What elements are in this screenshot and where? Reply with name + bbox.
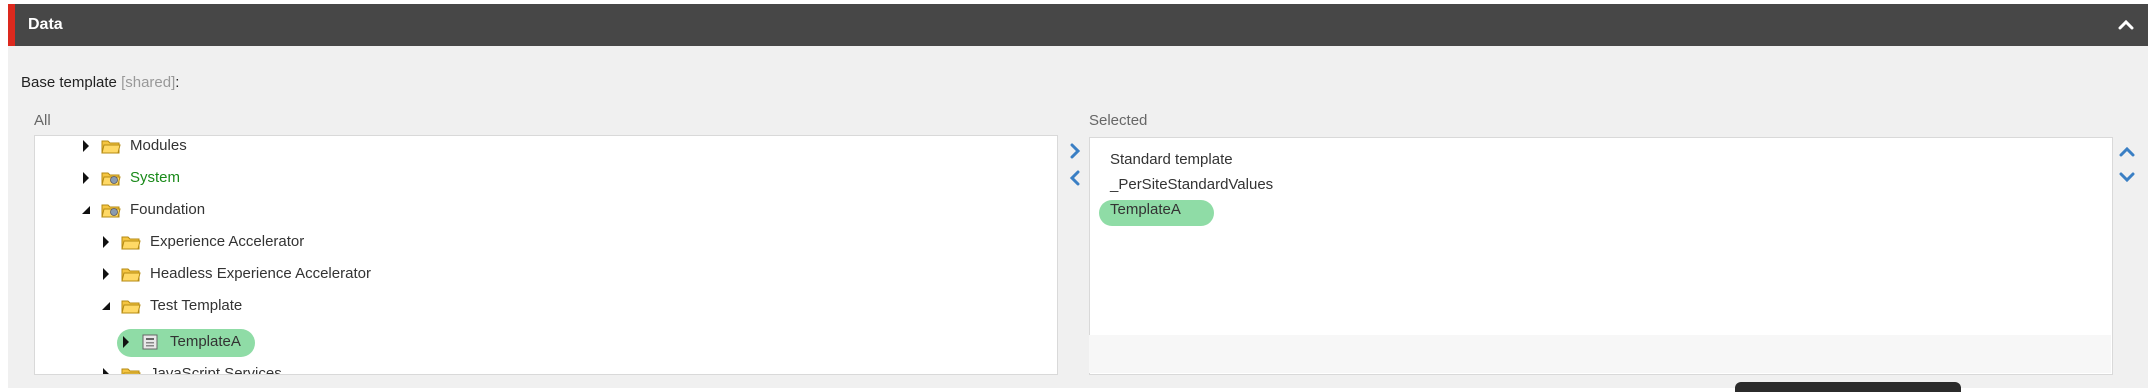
selected-list-caption: Selected: [1089, 112, 1148, 129]
field-label-colon: :: [175, 74, 180, 91]
expand-arrow-icon[interactable]: [99, 367, 113, 374]
selected-item-templatea[interactable]: TemplateA: [1110, 198, 1181, 222]
tree-item-javascript-services[interactable]: JavaScript Services: [99, 358, 282, 375]
shared-tag: [shared]: [121, 74, 176, 91]
add-to-selected-button[interactable]: [1066, 142, 1084, 160]
move-up-button[interactable]: [2118, 143, 2136, 161]
collapse-section-icon[interactable]: [2116, 15, 2136, 35]
all-tree-list[interactable]: Modules System Foundation Experience Acc…: [34, 135, 1058, 375]
expand-arrow-icon[interactable]: [79, 171, 93, 185]
folder-icon: [101, 204, 121, 218]
section-header[interactable]: Data: [8, 4, 2148, 46]
tree-item-templatea[interactable]: TemplateA: [119, 326, 241, 358]
tree-item-label: JavaScript Services: [150, 365, 282, 375]
tree-item-label: Test Template: [150, 297, 243, 314]
section-title: Data: [28, 16, 63, 33]
system-folder-icon: [101, 172, 121, 186]
selected-item-perside-standard-values[interactable]: _PerSiteStandardValues: [1110, 173, 1273, 197]
tree-item-label: System: [130, 169, 181, 186]
folder-icon: [121, 268, 141, 282]
folder-icon: [121, 236, 141, 250]
chevron-left-icon: [1069, 170, 1080, 186]
folder-icon: [121, 300, 141, 314]
tooltip-edge: [1735, 382, 1961, 392]
tree-item-label: Experience Accelerator: [150, 233, 305, 250]
chevron-down-icon: [2119, 172, 2135, 183]
tree-item-foundation[interactable]: Foundation: [79, 194, 205, 226]
move-down-button[interactable]: [2118, 168, 2136, 186]
tree-item-test-template[interactable]: Test Template: [99, 290, 242, 322]
remove-from-selected-button[interactable]: [1066, 169, 1084, 187]
tree-item-label: Headless Experience Accelerator: [150, 265, 371, 282]
field-label-text: Base template: [21, 74, 117, 91]
template-icon: [142, 334, 158, 350]
chevron-right-icon: [1070, 143, 1081, 159]
folder-icon: [121, 368, 141, 374]
tree-item-label: TemplateA: [170, 333, 241, 350]
tree-item-label: Modules: [130, 137, 187, 154]
tree-item-system[interactable]: System: [79, 162, 180, 194]
tree-item-headless-experience-accelerator[interactable]: Headless Experience Accelerator: [99, 258, 371, 290]
expand-arrow-icon[interactable]: [99, 267, 113, 281]
selected-item-standard-template[interactable]: Standard template: [1110, 148, 1233, 172]
all-list-caption: All: [34, 112, 51, 129]
expand-arrow-icon[interactable]: [99, 235, 113, 249]
section-accent-bar: [8, 4, 15, 46]
folder-icon: [101, 140, 121, 154]
collapse-arrow-icon[interactable]: [99, 299, 113, 313]
selected-list-footer: [1089, 335, 2111, 373]
collapse-arrow-icon[interactable]: [79, 203, 93, 217]
field-label: Base template [shared]:: [21, 74, 179, 91]
expand-arrow-icon[interactable]: [79, 139, 93, 153]
expand-arrow-icon[interactable]: [119, 335, 133, 349]
tree-item-label: Foundation: [130, 201, 206, 218]
tree-item-experience-accelerator[interactable]: Experience Accelerator: [99, 226, 304, 258]
chevron-up-icon: [2119, 146, 2135, 157]
tree-item-modules[interactable]: Modules: [79, 136, 187, 162]
